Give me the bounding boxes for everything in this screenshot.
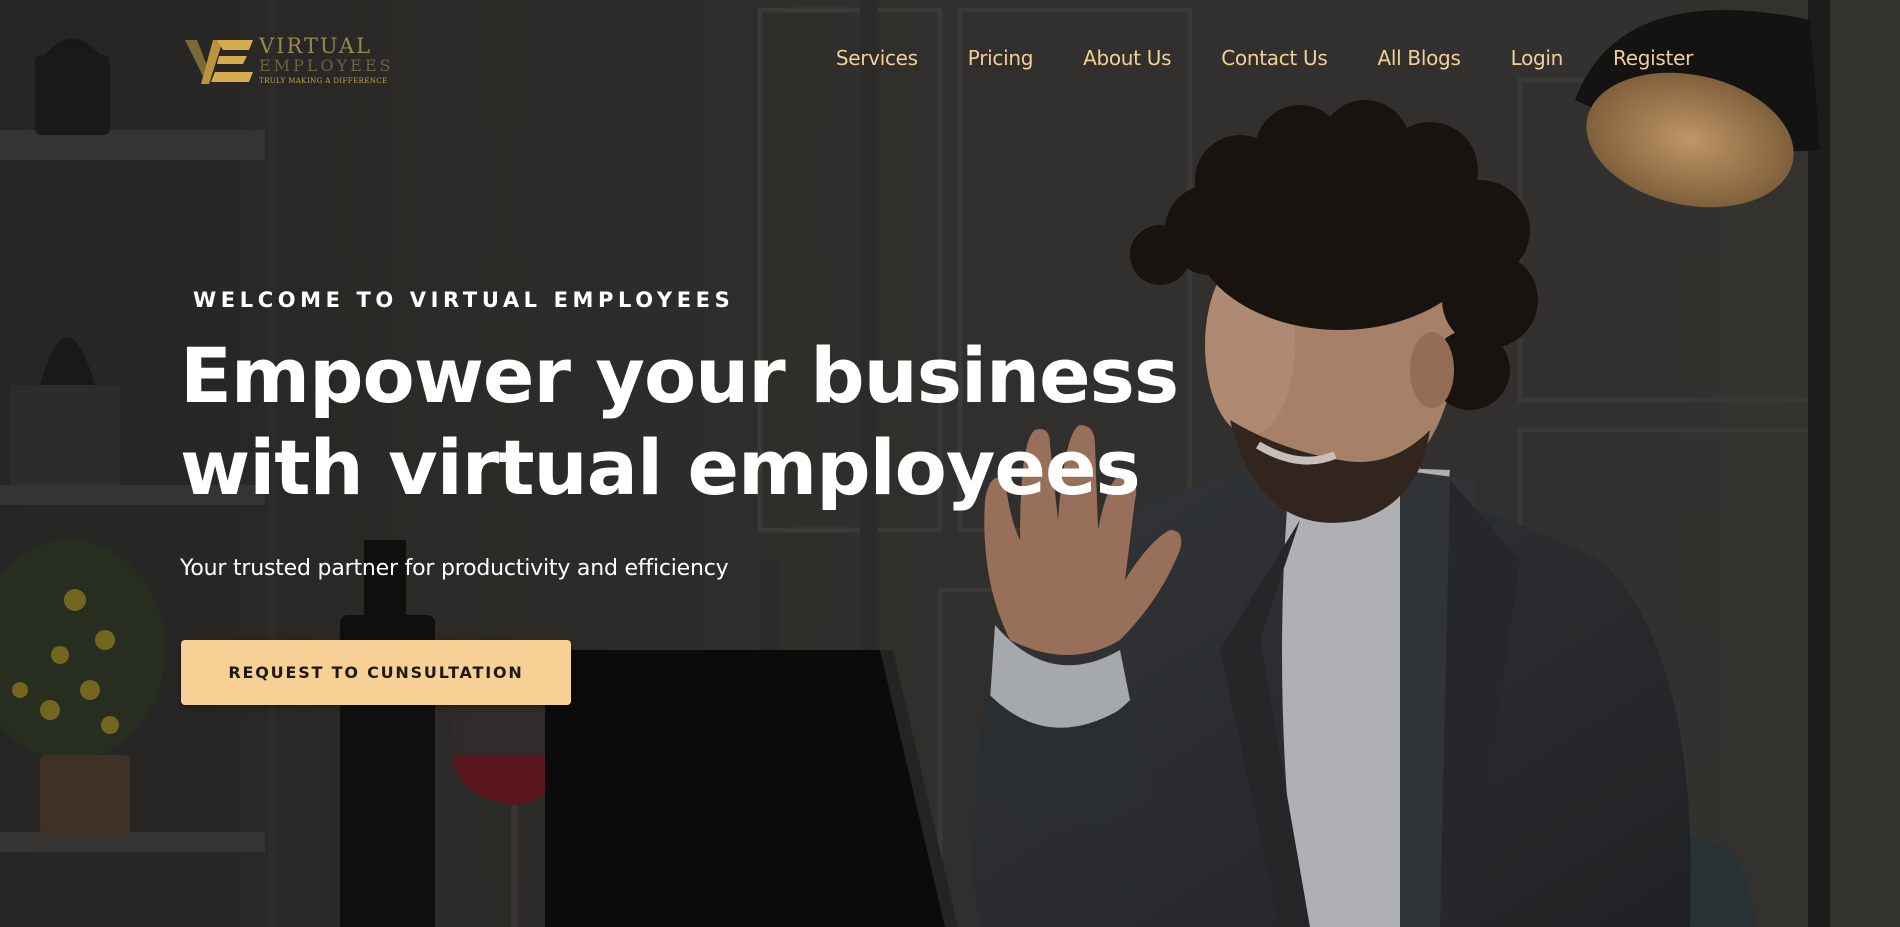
hero-subtitle: Your trusted partner for productivity an… [180, 556, 729, 581]
logo-wordmark-line1: VIRTUAL [259, 34, 373, 58]
nav-link-contact-us[interactable]: Contact Us [1221, 46, 1328, 70]
site-logo[interactable]: VIRTUAL EMPLOYEES TRULY MAKING A DIFFERE… [183, 34, 390, 90]
nav-link-login[interactable]: Login [1511, 46, 1564, 70]
nav-link-register[interactable]: Register [1613, 46, 1693, 70]
logo-wordmark-line2: EMPLOYEES [259, 56, 394, 75]
hero-headline-line1: Empower your business [180, 331, 1179, 420]
nav-link-services[interactable]: Services [836, 46, 918, 70]
hero-headline: Empower your business with virtual emplo… [180, 330, 1180, 514]
request-consultation-button[interactable]: REQUEST TO CUNSULTATION [181, 640, 571, 705]
main-nav: Services Pricing About Us Contact Us All… [836, 46, 1693, 70]
hero-headline-line2: with virtual employees [180, 423, 1141, 512]
nav-link-all-blogs[interactable]: All Blogs [1377, 46, 1460, 70]
nav-link-about-us[interactable]: About Us [1083, 46, 1171, 70]
hero-eyebrow: WELCOME TO VIRTUAL EMPLOYEES [193, 288, 735, 312]
logo-tagline: TRULY MAKING A DIFFERENCE [259, 77, 388, 85]
nav-link-pricing[interactable]: Pricing [968, 46, 1034, 70]
ve-monogram-icon [185, 40, 253, 84]
